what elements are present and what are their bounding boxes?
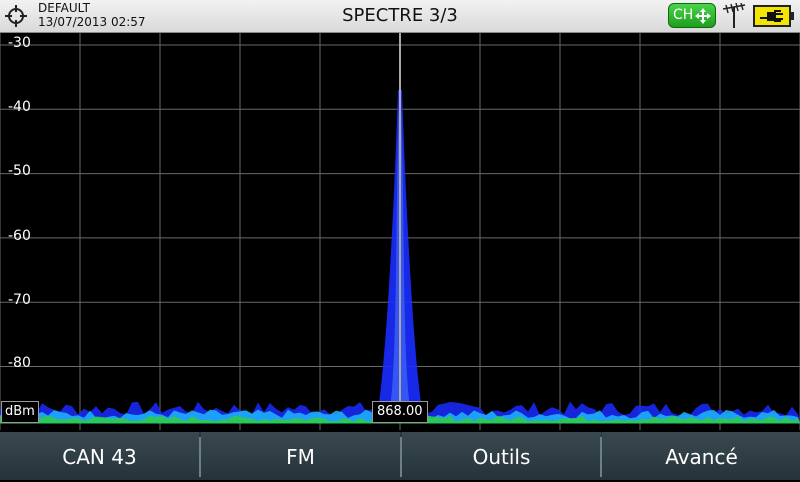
status-bar: DEFAULT 13/07/2013 02:57 SPECTRE 3/3 CH: [0, 0, 800, 33]
move-arrows-icon: [695, 8, 711, 24]
channel-mode-badge[interactable]: CH: [668, 3, 716, 28]
softkey-fm[interactable]: FM: [201, 432, 400, 480]
spectrum-plot[interactable]: -30 -40 -50 -60 -70 -80 dBm 868.00: [0, 33, 800, 430]
softkey-channel[interactable]: CAN 43: [0, 432, 199, 480]
softkey-advanced[interactable]: Avancé: [602, 432, 800, 480]
marker-frequency-label[interactable]: 868.00: [372, 401, 428, 423]
y-tick-label: -70: [8, 292, 31, 308]
y-tick-label: -60: [8, 228, 31, 244]
y-tick-label: -40: [8, 99, 31, 115]
y-tick-label: -50: [8, 163, 31, 179]
channel-mode-label: CH: [673, 7, 694, 23]
softkey-tools[interactable]: Outils: [402, 432, 601, 480]
power-plug-icon: [753, 5, 794, 27]
softkey-bar: CAN 43 FM Outils Avancé: [0, 432, 800, 480]
antenna-icon: [722, 3, 746, 28]
y-tick-label: -80: [8, 355, 31, 371]
unit-label: dBm: [1, 401, 39, 423]
spectrum-chart: [0, 33, 800, 430]
y-tick-label: -30: [8, 35, 31, 51]
